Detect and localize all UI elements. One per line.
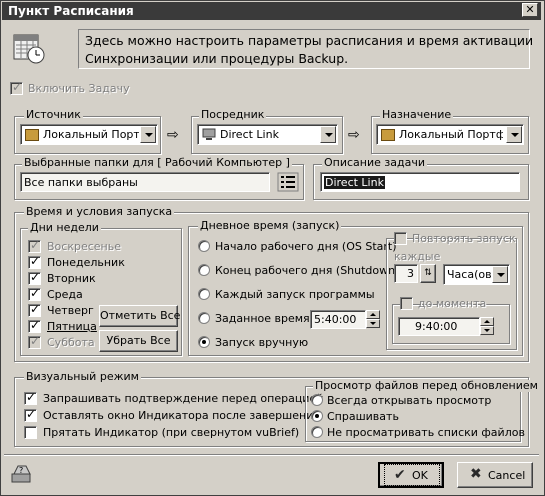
- folders-field[interactable]: Все папки выбраны: [20, 172, 270, 192]
- source-value: Локальный Портф: [43, 128, 139, 141]
- schedule-icon: [13, 34, 45, 64]
- day-label: Суббота: [47, 336, 95, 349]
- destination-value: Локальный Портфе.: [399, 128, 503, 141]
- daytime-option-label: Начало рабочего дня (OS Start): [215, 240, 397, 253]
- day-label: Воскресенье: [47, 240, 121, 253]
- cancel-button[interactable]: ✖ Cancel: [457, 462, 533, 488]
- daytime-radio[interactable]: [198, 312, 210, 324]
- ok-button[interactable]: ✔ OK: [378, 462, 444, 488]
- day-label: Пятница: [47, 320, 97, 333]
- confirm-checkbox[interactable]: [24, 390, 37, 405]
- day-checkbox[interactable]: [28, 270, 41, 285]
- destination-legend: Назначение: [380, 108, 454, 121]
- source-legend: Источник: [24, 108, 83, 121]
- chevron-down-icon[interactable]: [320, 126, 336, 143]
- daytime-option-label: Каждый запуск программы: [215, 288, 375, 301]
- preview-option-label: Всегда открывать просмотр: [327, 394, 492, 407]
- source-select[interactable]: Локальный Портф: [20, 124, 158, 145]
- hide-indicator-checkbox[interactable]: [24, 426, 37, 439]
- task-desc-input[interactable]: Direct Link: [320, 172, 520, 192]
- help-icon[interactable]: ?: [9, 462, 35, 486]
- every-label: каждые: [394, 250, 441, 263]
- svg-text:?: ?: [19, 466, 23, 475]
- cancel-label: Cancel: [488, 469, 526, 482]
- visual-option-label: Оставлять окно Индикатора после завершен…: [43, 409, 320, 422]
- day-checkbox[interactable]: [28, 238, 41, 253]
- repeat-label: Повторять запуск: [412, 232, 516, 245]
- preview-radio[interactable]: [311, 394, 323, 406]
- cross-icon: ✖: [470, 466, 482, 482]
- visual-option-label: Прятать Индикатор (при свернутом vuBrief…: [43, 426, 300, 439]
- visual-legend: Визуальный режим: [24, 370, 141, 383]
- window-title: Пункт Расписания: [8, 4, 134, 18]
- clear-all-button[interactable]: Убрать Все: [99, 330, 178, 352]
- enable-task-checkbox[interactable]: [10, 80, 23, 95]
- repeat-count-input[interactable]: 3: [394, 264, 418, 283]
- enable-task-label: Включить Задачу: [28, 82, 130, 95]
- day-checkbox[interactable]: [28, 334, 41, 349]
- day-label: Понедельник: [47, 256, 125, 269]
- arrow-right-icon: ⇨: [167, 127, 179, 143]
- day-checkbox[interactable]: [28, 254, 41, 269]
- destination-select[interactable]: Локальный Портфе.: [376, 124, 524, 145]
- keep-indicator-checkbox[interactable]: [24, 407, 37, 422]
- launch-legend: Время и условия запуска: [24, 205, 175, 218]
- folders-legend: Выбранные папки для [ Рабочий Компьютер …: [22, 156, 292, 169]
- preview-option-label: Не просматривать списки файлов: [327, 426, 525, 439]
- daytime-option-label: Конец рабочего дня (Shutdown): [215, 264, 400, 277]
- chevron-down-icon[interactable]: [492, 266, 508, 283]
- day-checkbox[interactable]: [28, 302, 41, 317]
- intermediary-value: Direct Link: [220, 128, 279, 141]
- until-time-stepper[interactable]: [480, 317, 494, 336]
- daytime-radio[interactable]: [198, 336, 210, 348]
- repeat-unit-value: Часа(ов): [447, 268, 493, 281]
- repeat-count-spin[interactable]: ⇅: [420, 264, 436, 283]
- day-label: Четверг: [47, 304, 94, 317]
- preview-option-label: Спрашивать: [327, 410, 399, 423]
- repeat-unit-select[interactable]: Часа(ов): [443, 264, 510, 285]
- until-label: до момента: [418, 297, 487, 310]
- visual-option-label: Запрашивать подтверждение перед операцие…: [43, 392, 324, 405]
- set-time-input[interactable]: 5:40:00: [310, 310, 366, 329]
- select-all-button[interactable]: Отметить Все: [99, 305, 180, 327]
- close-button[interactable]: ✕: [522, 3, 538, 17]
- bottom-separator: [4, 454, 539, 456]
- day-label: Вторник: [47, 272, 96, 285]
- daytime-option-label: Запуск вручную: [215, 336, 309, 349]
- set-time-stepper[interactable]: [366, 310, 380, 329]
- daytime-option-label: Заданное время: [215, 312, 310, 325]
- folder-tree-icon[interactable]: [277, 172, 299, 192]
- daytime-radio[interactable]: [198, 288, 210, 300]
- preview-radio[interactable]: [311, 410, 323, 422]
- checkmark-icon: ✔: [394, 467, 406, 483]
- ok-label: OK: [412, 469, 428, 482]
- daytime-radio[interactable]: [198, 240, 210, 252]
- info-text: Здесь можно настроить параметры расписан…: [78, 29, 533, 69]
- task-desc-legend: Описание задачи: [322, 156, 427, 169]
- task-desc-value: Direct Link: [324, 176, 385, 189]
- day-label: Среда: [47, 288, 83, 301]
- title-bar: Пункт Расписания ✕: [2, 2, 541, 20]
- day-checkbox[interactable]: [28, 318, 41, 333]
- portfolio-icon: [381, 129, 395, 141]
- repeat-checkbox[interactable]: [394, 232, 407, 245]
- computer-icon: [202, 128, 216, 140]
- daytime-radio[interactable]: [198, 264, 210, 276]
- arrow-right-icon: ⇨: [348, 127, 360, 143]
- preview-radio[interactable]: [311, 426, 323, 438]
- portfolio-icon: [25, 129, 39, 141]
- intermediary-select[interactable]: Direct Link: [197, 124, 338, 145]
- intermediary-legend: Посредник: [199, 108, 267, 121]
- weekdays-legend: Дни недели: [28, 221, 101, 234]
- chevron-down-icon[interactable]: [140, 126, 156, 143]
- chevron-down-icon[interactable]: [506, 126, 522, 143]
- preview-legend: Просмотр файлов перед обновлением: [313, 379, 540, 392]
- daytime-legend: Дневное время (запуск): [198, 219, 342, 232]
- until-time-input[interactable]: 9:40:00: [398, 317, 480, 336]
- until-checkbox[interactable]: [400, 297, 413, 310]
- day-checkbox[interactable]: [28, 286, 41, 301]
- close-icon: ✕: [525, 3, 535, 16]
